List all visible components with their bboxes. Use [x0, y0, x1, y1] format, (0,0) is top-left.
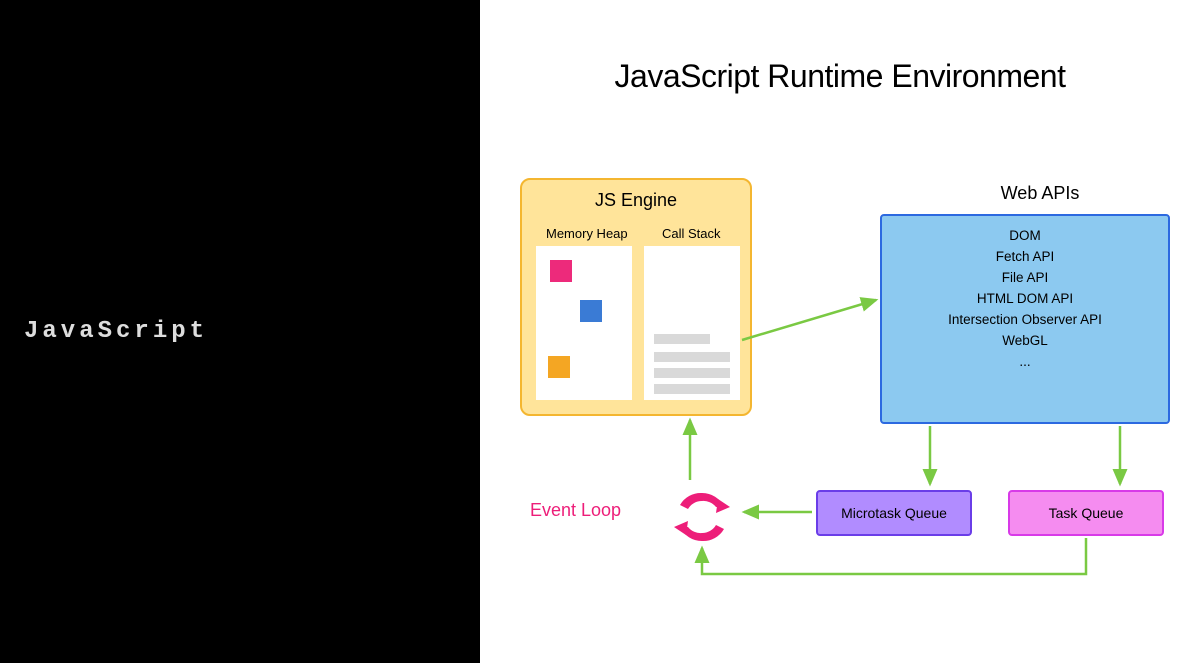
diagram-title: JavaScript Runtime Environment	[480, 58, 1200, 95]
event-loop-icon	[670, 485, 734, 549]
left-panel: JavaScript	[0, 0, 480, 663]
heap-object-icon	[550, 260, 572, 282]
js-engine-title: JS Engine	[522, 190, 750, 211]
task-queue-label: Task Queue	[1049, 505, 1124, 521]
web-api-item: DOM	[1009, 228, 1041, 243]
web-api-item: File API	[1002, 270, 1049, 285]
stack-frame-icon	[654, 384, 730, 394]
heap-object-icon	[580, 300, 602, 322]
memory-heap-label: Memory Heap	[546, 226, 628, 241]
web-api-item: HTML DOM API	[977, 291, 1073, 306]
left-panel-title: JavaScript	[24, 318, 208, 345]
js-engine-box: JS Engine Memory Heap Call Stack	[520, 178, 752, 416]
task-queue-box: Task Queue	[1008, 490, 1164, 536]
event-loop-label: Event Loop	[530, 500, 621, 521]
call-stack-box	[644, 246, 740, 400]
web-api-item: Intersection Observer API	[948, 312, 1102, 327]
web-api-item: WebGL	[1002, 333, 1048, 348]
microtask-queue-box: Microtask Queue	[816, 490, 972, 536]
web-apis-title: Web APIs	[910, 183, 1170, 204]
diagram-panel: JavaScript Runtime Environment JS Engine…	[480, 0, 1200, 663]
stack-frame-icon	[654, 368, 730, 378]
arrow-task-to-loop	[702, 538, 1086, 574]
web-api-item: Fetch API	[996, 249, 1055, 264]
arrow-callstack-to-webapis	[742, 300, 876, 340]
web-apis-box: DOM Fetch API File API HTML DOM API Inte…	[880, 214, 1170, 424]
microtask-queue-label: Microtask Queue	[841, 505, 947, 521]
stack-frame-icon	[654, 334, 710, 344]
stack-frame-icon	[654, 352, 730, 362]
heap-object-icon	[548, 356, 570, 378]
web-api-item: ...	[1019, 354, 1030, 369]
call-stack-label: Call Stack	[662, 226, 721, 241]
memory-heap-box	[536, 246, 632, 400]
